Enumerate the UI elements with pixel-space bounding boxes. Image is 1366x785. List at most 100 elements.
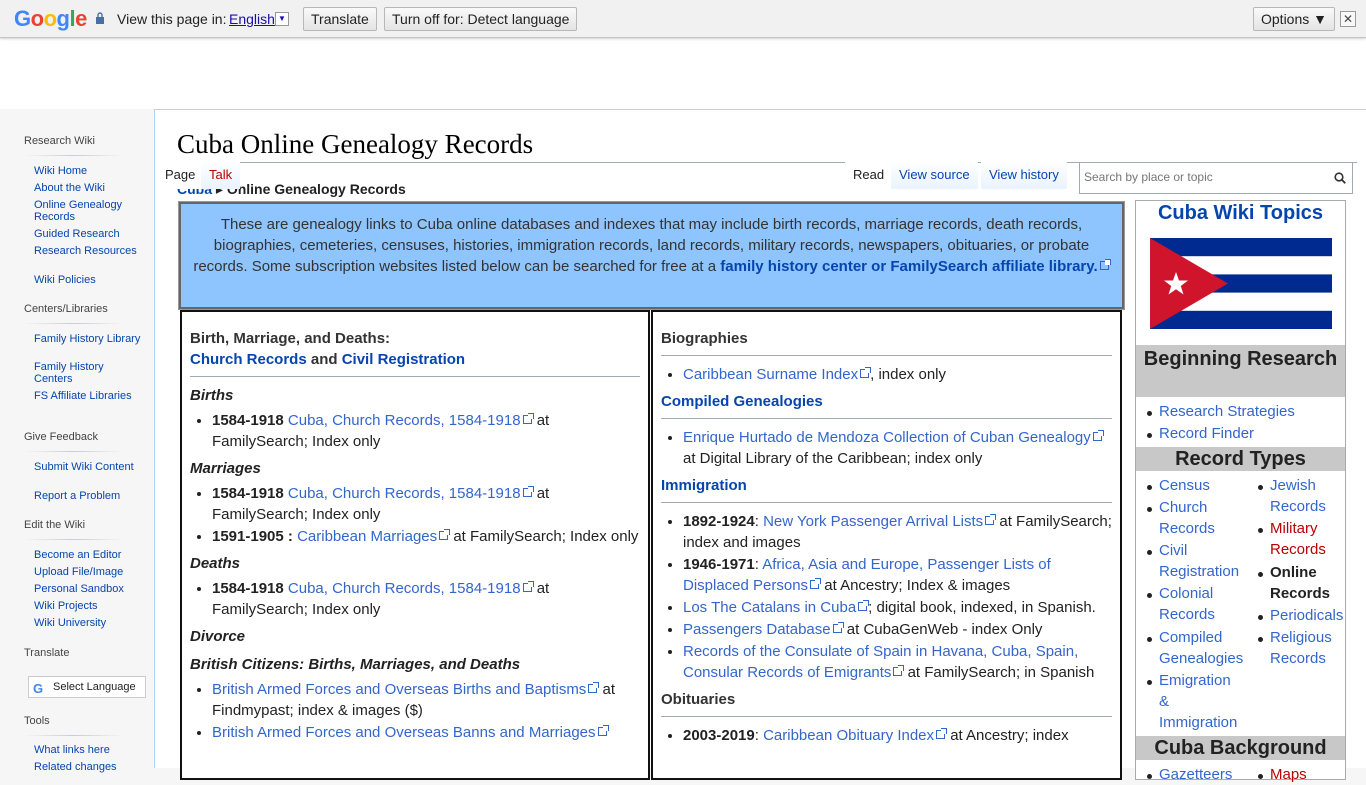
religious-records-link[interactable]: Religious Records [1270,627,1340,669]
immigration-link[interactable]: Immigration [661,477,747,494]
ny-passenger-link[interactable]: New York Passenger Arrival Lists [763,513,997,530]
external-link-icon [860,367,872,378]
divider [24,539,124,540]
surname-index-link[interactable]: Caribbean Surname Index [683,366,872,383]
british-banns-link[interactable]: British Armed Forces and Overseas Banns … [212,724,609,741]
site-header [0,39,1366,109]
sidebar-item-guided-research[interactable]: Guided Research [34,228,144,240]
search-input[interactable]: Search by place or topic [1079,162,1353,194]
year-range: 1584-1918 [212,485,284,502]
online-records-current: Online Records [1270,564,1331,602]
year-range: 1584-1918 [212,412,284,429]
church-records-1584-link[interactable]: Cuba, Church Records, 1584-1918 [288,580,534,597]
compiled-genealogies-link[interactable]: Compiled Genealogies [1159,627,1251,669]
sidebar-item-sandbox[interactable]: Personal Sandbox [34,583,144,595]
church-records-1584-link[interactable]: Cuba, Church Records, 1584-1918 [288,412,534,429]
church-records-1584-link[interactable]: Cuba, Church Records, 1584-1918 [288,485,534,502]
bullet [1147,433,1152,438]
periodicals-link[interactable]: Periodicals [1270,605,1348,626]
external-link-icon [936,728,948,739]
record-note: at FamilySearch; in Spanish [907,664,1095,681]
sidebar-item-submit[interactable]: Submit Wiki Content [34,461,144,473]
maps-link[interactable]: Maps [1270,764,1307,785]
divider [190,376,640,377]
sidebar-item-related-changes[interactable]: Related changes [34,761,144,773]
cuba-background-heading: Cuba Background [1136,736,1345,760]
sidebar-item-upload[interactable]: Upload File/Image [34,566,144,578]
google-logo: Google [14,6,87,31]
church-records-link[interactable]: Church Records [190,351,307,368]
sidebar-item-what-links[interactable]: What links here [34,744,144,756]
divorce-heading: Divorce [190,628,246,645]
sidebar-item-fs-affiliate[interactable]: FS Affiliate Libraries [34,390,144,402]
list-item: 1584-1918 Cuba, Church Records, 1584-191… [212,410,640,452]
wiki-topics-title[interactable]: Cuba Wiki Topics [1136,202,1345,225]
options-button[interactable]: Options ▼ [1253,7,1335,31]
obituary-index-link[interactable]: Caribbean Obituary Index [763,727,948,744]
left-sidebar: Research Wiki Wiki Home About the Wiki O… [0,109,154,773]
catalans-link[interactable]: Los The Catalans in Cuba [683,599,870,616]
search-icon[interactable] [1334,172,1346,184]
sidebar-item-about[interactable]: About the Wiki [34,182,144,194]
sidebar-heading-centers: Centers/Libraries [24,303,108,315]
british-citizens-heading: British Citizens: Births, Marriages, and… [190,656,521,673]
passengers-db-link[interactable]: Passengers Database [683,621,844,638]
bullet [1147,637,1152,642]
census-link[interactable]: Census [1159,475,1249,496]
sidebar-item-become-editor[interactable]: Become an Editor [34,549,144,561]
family-history-center-link[interactable]: family history center or FamilySearch af… [720,258,1111,275]
external-link-icon [522,581,534,592]
military-records-link[interactable]: Military Records [1270,518,1340,560]
sidebar-item-research-resources[interactable]: Research Resources [34,245,144,257]
turn-off-button[interactable]: Turn off for: Detect language [384,7,578,31]
translate-button[interactable]: Translate [303,7,377,31]
close-icon[interactable]: ✕ [1340,11,1356,27]
tab-view-source[interactable]: View source [891,161,978,189]
external-link-icon [597,725,609,736]
select-language-dropdown[interactable]: G Select Language [28,676,146,698]
record-finder-link[interactable]: Record Finder [1159,423,1254,444]
tab-view-history[interactable]: View history [981,161,1067,189]
intro-box: These are genealogy links to Cuba online… [178,201,1125,310]
record-note: ; digital book, indexed, in Spanish. [868,599,1096,616]
compiled-genealogies-link[interactable]: Compiled Genealogies [661,393,823,410]
language-dropdown-icon[interactable]: ▼ [275,12,289,26]
tab-talk[interactable]: Talk [201,161,241,189]
divider [24,155,124,156]
sidebar-item-wiki-policies[interactable]: Wiki Policies [34,274,144,286]
church-records-link[interactable]: Church Records [1159,497,1249,539]
tab-page[interactable]: Page [157,161,204,189]
tab-read[interactable]: Read [845,161,893,189]
list-item: 1591-1905 : Caribbean Marriages at Famil… [212,526,640,547]
sidebar-item-report[interactable]: Report a Problem [34,490,144,502]
sidebar-item-online-records[interactable]: Online Genealogy Records [34,199,144,223]
record-note: at Digital Library of the Caribbean; ind… [683,450,983,467]
language-link[interactable]: English [229,11,275,27]
sidebar-item-projects[interactable]: Wiki Projects [34,600,144,612]
colonial-records-link[interactable]: Colonial Records [1159,583,1239,625]
marriages-heading: Marriages [190,460,261,477]
record-note: at Ancestry; index [950,727,1069,744]
civil-registration-link[interactable]: Civil Registration [1159,540,1249,582]
bullet [1147,485,1152,490]
list-item: 1584-1918 Cuba, Church Records, 1584-191… [212,578,640,620]
sidebar-item-wiki-home[interactable]: Wiki Home [34,165,144,177]
list-item: Enrique Hurtado de Mendoza Collection of… [683,427,1112,469]
civil-registration-link[interactable]: Civil Registration [342,351,465,368]
british-births-link[interactable]: British Armed Forces and Overseas Births… [212,681,600,698]
sidebar-item-university[interactable]: Wiki University [34,617,144,629]
gazetteers-link[interactable]: Gazetteers [1159,764,1232,785]
caribbean-marriages-link[interactable]: Caribbean Marriages [297,528,451,545]
external-link-icon [439,529,451,540]
bullet [1258,615,1263,620]
jewish-records-link[interactable]: Jewish Records [1270,475,1340,517]
research-strategies-link[interactable]: Research Strategies [1159,401,1295,422]
record-note: at CubaGenWeb - index Only [846,621,1043,638]
emigration-link[interactable]: Emigration & Immigration [1159,670,1239,733]
british-list: British Armed Forces and Overseas Births… [190,679,640,743]
sidebar-item-fhc[interactable]: Family History Centers [34,361,144,385]
bullet [1147,507,1152,512]
sidebar-item-fhl[interactable]: Family History Library [34,333,144,345]
mendoza-collection-link[interactable]: Enrique Hurtado de Mendoza Collection of… [683,429,1104,446]
biographies-list: Caribbean Surname Index, index only [661,364,1112,385]
